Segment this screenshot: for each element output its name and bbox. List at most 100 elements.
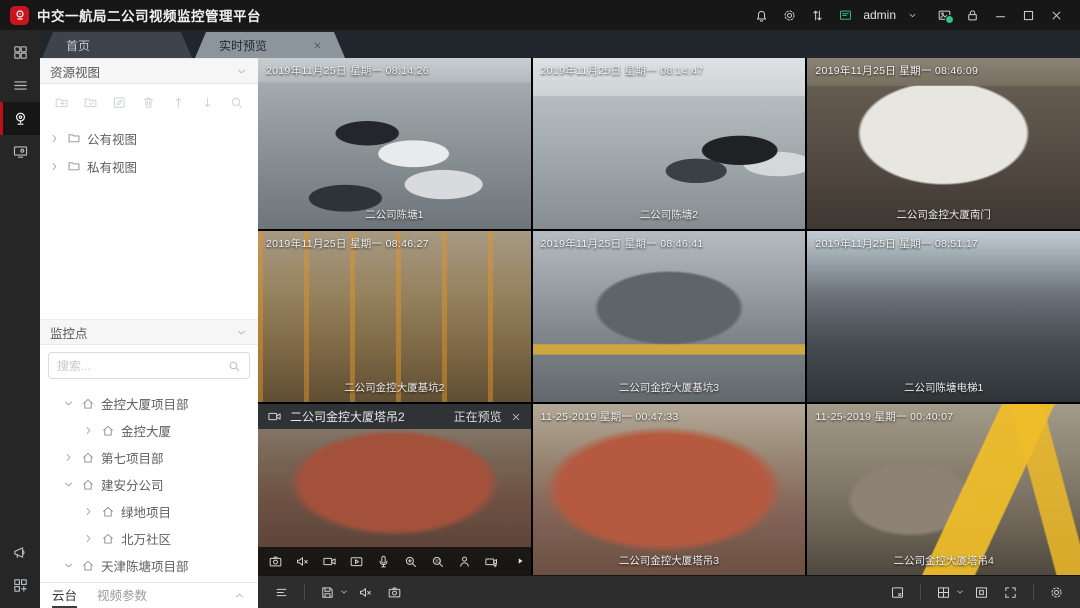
image-status-icon[interactable] (930, 3, 958, 27)
video-cell-2[interactable]: 2019年11月25日 星期一 08:14:47 二公司陈塘2 (533, 58, 806, 229)
tree-item[interactable]: 金控大厦项目部 (40, 390, 258, 417)
monitor-points-header[interactable]: 监控点 (40, 319, 258, 345)
tree-item[interactable]: 金控大厦 (40, 417, 258, 444)
chevron-right-icon[interactable] (48, 132, 61, 145)
chevron-down-icon[interactable] (898, 3, 926, 27)
user-name: admin (863, 8, 896, 22)
tree-item[interactable]: 天津陈塘项目部 (40, 552, 258, 579)
video-cell-8[interactable]: 11-25-2019 星期一 00:47:33 二公司金控大厦塔吊3 (533, 404, 806, 575)
search-input[interactable] (57, 359, 227, 373)
video-cell-9[interactable]: 11-25-2019 星期一 00:40:07 二公司金控大厦塔吊4 (807, 404, 1080, 575)
tab-home[interactable]: 首页 (42, 32, 192, 58)
app-title: 中交一航局二公司视频监控管理平台 (37, 5, 261, 25)
tree-item-label: 北万社区 (121, 529, 171, 548)
bell-icon[interactable] (747, 3, 775, 27)
chevron-right-icon[interactable] (48, 160, 61, 173)
folder-check-icon[interactable] (79, 91, 101, 113)
tree-item[interactable]: 私有视图 (40, 152, 258, 180)
tree-item-label: 绿地项目 (121, 502, 171, 521)
video-cell-7-selected[interactable]: 二公司金控大厦塔吊2 正在预览 3D (258, 404, 531, 575)
search-box (48, 352, 250, 379)
home-icon (81, 397, 95, 411)
record-icon[interactable] (316, 548, 343, 574)
timestamp-overlay: 11-25-2019 星期一 00:47:33 (541, 409, 679, 424)
timestamp-overlay: 2019年11月25日 星期一 08:46:27 (266, 236, 429, 251)
chevron-down-icon[interactable] (62, 559, 75, 572)
search-icon[interactable] (226, 91, 248, 113)
playback-icon[interactable] (343, 548, 370, 574)
chevron-down-icon[interactable] (953, 579, 966, 605)
close-icon[interactable] (1042, 3, 1070, 27)
home-icon (81, 478, 95, 492)
zoom-3d-icon[interactable]: 3D (424, 548, 451, 574)
tree-item-label: 公有视图 (87, 129, 137, 148)
minimize-icon[interactable] (986, 3, 1014, 27)
gear-icon[interactable] (775, 3, 803, 27)
tree-item[interactable]: 北万社区 (40, 525, 258, 552)
speaker-off-icon[interactable] (352, 579, 379, 605)
chevron-down-icon[interactable] (337, 579, 350, 605)
tab-ptz[interactable]: 云台 (52, 583, 77, 608)
video-cell-3[interactable]: 2019年11月25日 星期一 08:46:09 二公司金控大厦南门 (807, 58, 1080, 229)
resource-view-title: 资源视图 (50, 62, 100, 81)
svg-text:3D: 3D (435, 558, 441, 563)
menu-icon[interactable] (0, 69, 40, 102)
folder-add-icon[interactable] (50, 91, 72, 113)
speaker-off-icon[interactable] (289, 548, 316, 574)
chevron-right-icon[interactable] (82, 424, 95, 437)
chevron-down-icon[interactable] (235, 326, 248, 339)
tab-close-icon[interactable] (312, 40, 323, 51)
gear-icon[interactable] (1043, 579, 1070, 605)
person-icon[interactable] (451, 548, 478, 574)
arrow-up-icon[interactable] (167, 91, 189, 113)
cell-status: 正在预览 (454, 408, 502, 425)
screen-close-icon[interactable] (884, 579, 911, 605)
chevron-down-icon[interactable] (62, 478, 75, 491)
titlebar-icon-group (747, 3, 859, 27)
trash-icon[interactable] (138, 91, 160, 113)
chevron-right-icon[interactable] (82, 505, 95, 518)
chevron-right-icon[interactable] (82, 532, 95, 545)
fullscreen-icon[interactable] (997, 579, 1024, 605)
screen-single-icon[interactable] (968, 579, 995, 605)
snapshot-icon[interactable] (262, 548, 289, 574)
tree-item[interactable]: 建安分公司 (40, 471, 258, 498)
tree-item[interactable]: 公有视图 (40, 124, 258, 152)
mic-icon[interactable] (370, 548, 397, 574)
maximize-icon[interactable] (1014, 3, 1042, 27)
chevron-down-icon[interactable] (62, 397, 75, 410)
chevron-down-icon[interactable] (235, 65, 248, 78)
preset-icon[interactable] (478, 548, 505, 574)
video-cell-6[interactable]: 2019年11月25日 星期一 08:51:17 二公司陈塘电梯1 (807, 231, 1080, 402)
add-view-icon[interactable] (0, 569, 40, 602)
chevron-up-icon[interactable] (233, 583, 246, 608)
video-cell-4[interactable]: 2019年11月25日 星期一 08:46:27 二公司金控大厦基坑2 (258, 231, 531, 402)
edit-icon[interactable] (109, 91, 131, 113)
sort-icon[interactable] (803, 3, 831, 27)
arrow-down-icon[interactable] (197, 91, 219, 113)
playback-nav-icon[interactable] (0, 135, 40, 168)
resource-view-header[interactable]: 资源视图 (40, 58, 258, 84)
tab-video-params[interactable]: 视频参数 (97, 583, 147, 608)
apps-grid-icon[interactable] (0, 36, 40, 69)
home-icon (101, 532, 115, 546)
tab-live-preview[interactable]: 实时预览 (195, 32, 345, 58)
tree-item-label: 天津陈塘项目部 (101, 556, 189, 575)
broadcast-icon[interactable] (0, 536, 40, 569)
titlebar-actions: admin (747, 3, 1070, 27)
tree-item[interactable]: 第七项目部 (40, 444, 258, 471)
chevron-right-icon[interactable] (62, 451, 75, 464)
live-preview-nav-icon[interactable] (0, 102, 40, 135)
user-menu[interactable]: admin (863, 3, 926, 27)
snapshot-icon[interactable] (381, 579, 408, 605)
tree-item[interactable]: 绿地项目 (40, 498, 258, 525)
lock-icon[interactable] (958, 3, 986, 27)
stream-list-icon[interactable] (268, 579, 295, 605)
search-icon[interactable] (227, 359, 241, 373)
zoom-in-icon[interactable] (397, 548, 424, 574)
monitor-live-icon[interactable] (831, 3, 859, 27)
more-tools-icon[interactable] (513, 548, 527, 574)
close-icon[interactable] (510, 411, 522, 423)
video-cell-5[interactable]: 2019年11月25日 星期一 08:46:41 二公司金控大厦基坑3 (533, 231, 806, 402)
video-cell-1[interactable]: 2019年11月25日 星期一 08:14:26 二公司陈塘1 (258, 58, 531, 229)
